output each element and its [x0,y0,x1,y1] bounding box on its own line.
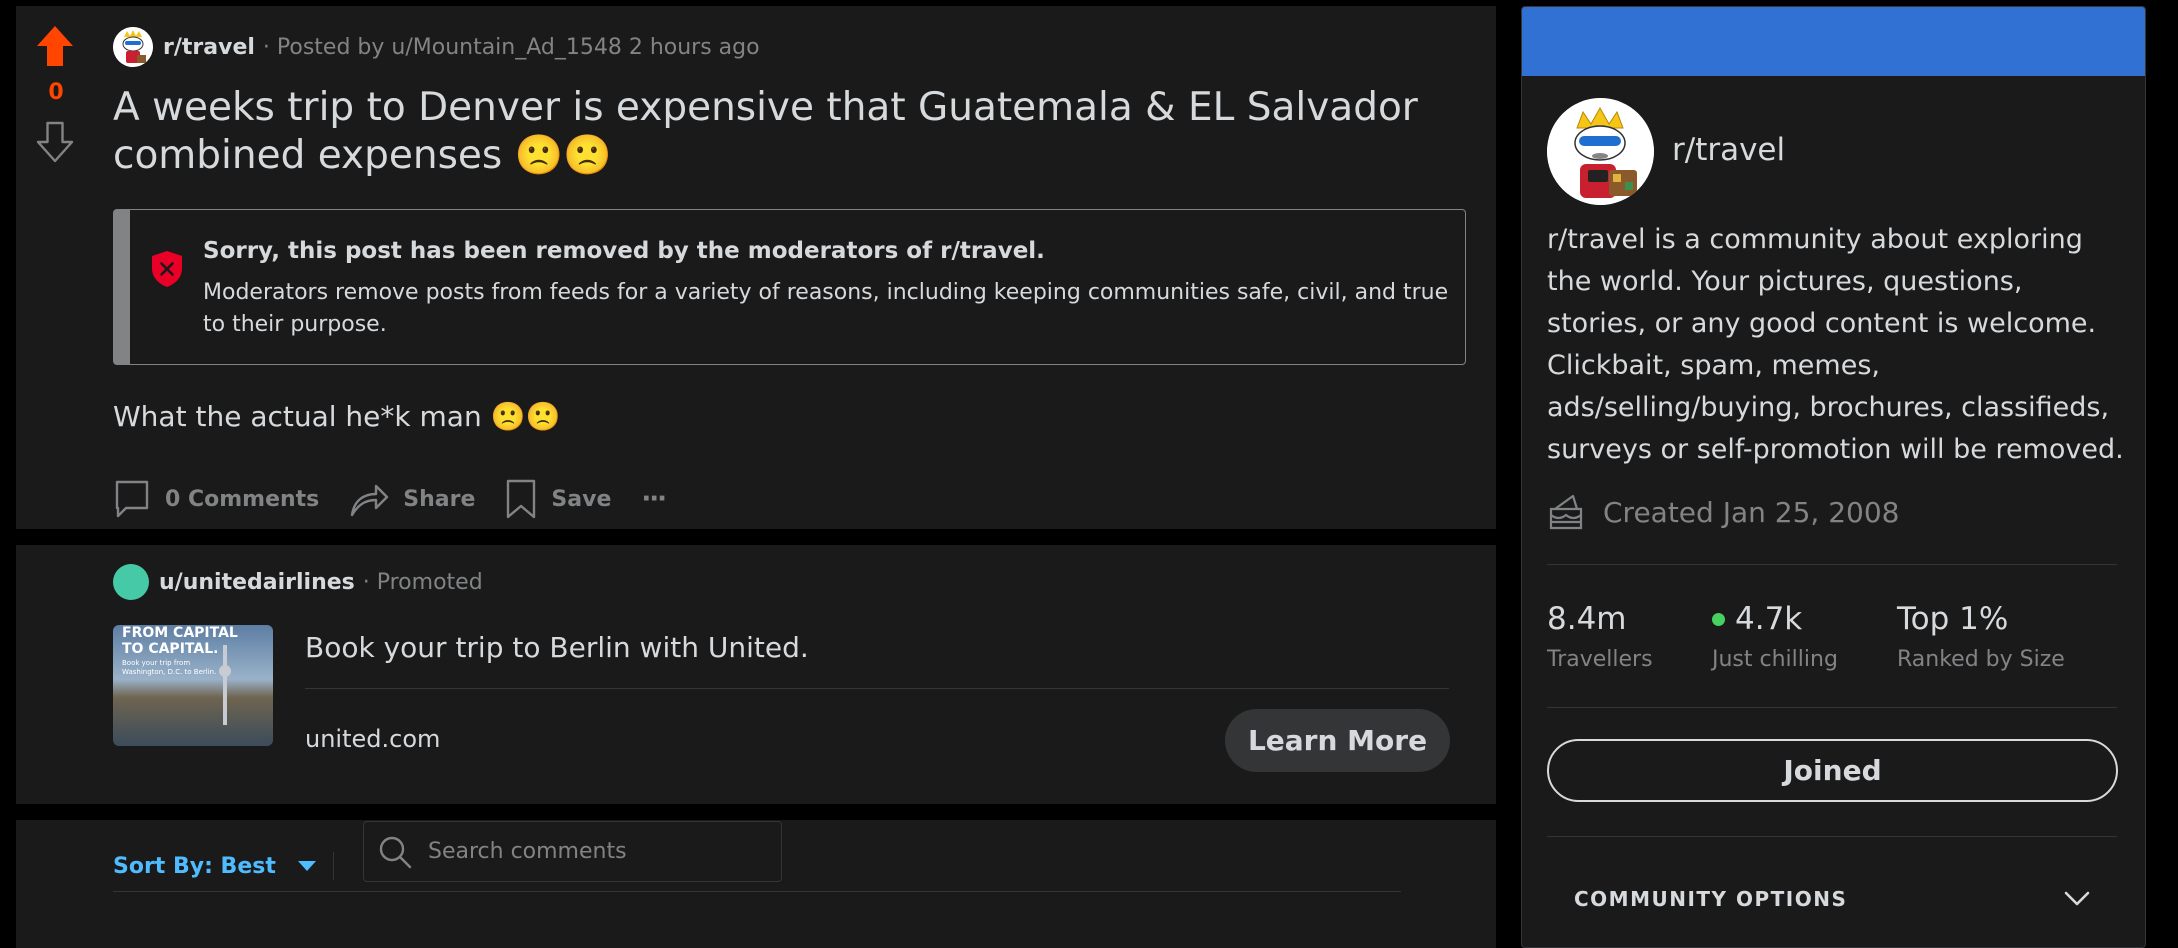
promoted-domain[interactable]: united.com [305,725,440,753]
community-avatar[interactable] [1547,98,1654,205]
stat-online: 4.7k Just chilling [1712,601,1838,672]
stat-members: 8.4m Travellers [1547,601,1653,672]
online-count-row: 4.7k [1712,601,1838,637]
downvote-arrow-icon[interactable] [35,120,75,164]
save-button[interactable]: Save [505,478,611,520]
sort-dropdown[interactable]: Sort By: Best [113,839,316,893]
share-icon [351,484,389,517]
subreddit-link[interactable]: r/travel [163,35,255,60]
sidebar-divider [1547,564,2117,565]
post-title[interactable]: A weeks trip to Denver is expensive that… [113,84,1453,180]
caret-down-icon [297,861,316,871]
community-name[interactable]: r/travel [1672,132,1785,168]
community-banner [1522,7,2145,76]
community-description: r/travel is a community about exploring … [1547,224,2124,465]
created-date: Created Jan 25, 2008 [1603,495,1900,529]
sidebar-divider [1547,707,2117,708]
sort-label: Sort By: Best [113,853,276,879]
online-count: 4.7k [1735,601,1803,637]
upvote-arrow-icon[interactable] [35,24,75,68]
removed-notice-title: Sorry, this post has been removed by the… [203,238,1045,264]
vote-count: 0 [48,80,64,105]
online-label: Just chilling [1712,647,1838,672]
search-icon [379,836,412,868]
subreddit-avatar[interactable] [113,27,153,67]
thumbnail-subtext: Book your trip from Washington, D.C. to … [122,659,217,676]
joined-button[interactable]: Joined [1547,739,2118,802]
post-meta: r/travel · Posted by u/Mountain_Ad_1548 … [113,25,760,69]
promoted-tag: · Promoted [362,569,483,595]
post-card: 0 r/travel · Posted by u/Mountain_Ad_154… [16,6,1496,529]
sidebar-divider [1547,836,2117,837]
chevron-down-icon [2064,891,2090,906]
comment-icon [115,480,149,518]
removed-notice: Sorry, this post has been removed by the… [113,209,1466,365]
promoted-post-card[interactable]: u/unitedairlines · Promoted FROM CAPITAL… [16,545,1496,804]
promoted-meta: u/unitedairlines · Promoted [113,562,483,602]
share-label: Share [403,486,476,512]
comments-label: 0 Comments [165,486,320,512]
search-comments-input[interactable] [428,839,748,864]
post-body-text: What the actual he*k man 🙁🙁 [113,400,561,433]
community-sidebar: r/travel r/travel is a community about e… [1521,6,2146,948]
save-label: Save [551,486,612,512]
community-options-toggle[interactable]: COMMUNITY OPTIONS [1547,869,2117,929]
created-date-row: Created Jan 25, 2008 [1547,490,1899,534]
community-options-label: COMMUNITY OPTIONS [1574,887,1848,911]
more-options-icon: ··· [641,484,667,514]
more-options-button[interactable]: ··· [641,484,667,514]
bookmark-icon [507,479,536,519]
members-count: 8.4m [1547,601,1627,637]
rank-value: Top 1% [1897,601,2009,637]
posted-by-text: · Posted by u/Mountain_Ad_1548 2 hours a… [262,34,760,60]
online-indicator-icon [1712,612,1725,626]
promoted-headline[interactable]: Book your trip to Berlin with United. [305,631,809,664]
promoted-divider [305,688,1449,689]
comments-button[interactable]: 0 Comments [113,479,319,519]
thumbnail-headline: FROM CAPITAL TO CAPITAL. [122,625,238,657]
members-label: Travellers [1547,647,1653,672]
stat-rank: Top 1% Ranked by Size [1897,601,2065,672]
post-actions: 0 Comments Share Save ··· [113,472,695,526]
removed-notice-body: Moderators remove posts from feeds for a… [203,280,1449,337]
promoter-avatar[interactable] [113,564,149,600]
comment-search-box[interactable] [363,821,782,882]
promoter-username[interactable]: u/unitedairlines [159,570,355,595]
shield-x-icon [152,251,182,287]
comments-divider [113,891,1401,892]
comments-section: Sort By: Best [16,820,1496,948]
promoted-thumbnail[interactable]: FROM CAPITAL TO CAPITAL. Book your trip … [113,625,273,746]
sort-divider [333,852,334,880]
learn-more-button[interactable]: Learn More [1225,709,1450,772]
share-button[interactable]: Share [349,479,475,519]
rank-label: Ranked by Size [1897,647,2065,672]
cake-icon [1549,494,1583,530]
